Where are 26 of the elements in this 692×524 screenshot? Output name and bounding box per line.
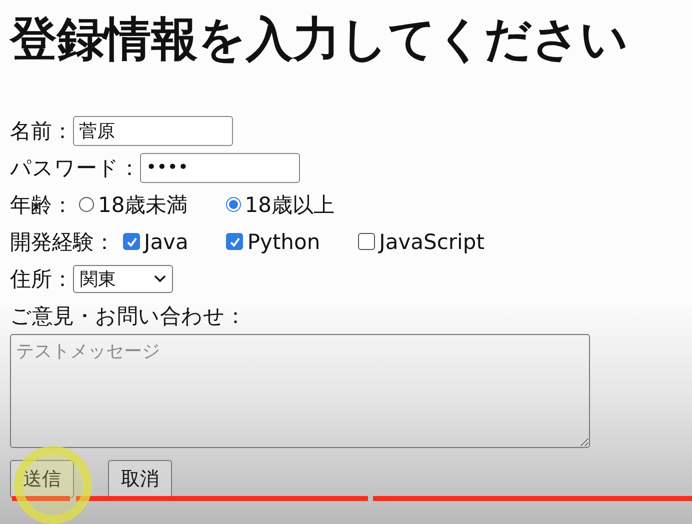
- field-label: パスワード：: [10, 154, 140, 182]
- field-label: 名前：: [10, 118, 73, 144]
- address-select[interactable]: 関東: [73, 264, 173, 292]
- checkbox[interactable]: [123, 233, 140, 250]
- inquiry-field[interactable]: テストメッセージ: [10, 334, 590, 448]
- name-field[interactable]: 菅原: [73, 116, 233, 146]
- check-icon: [228, 236, 241, 248]
- field-label: 開発経験：: [10, 228, 115, 256]
- video-progress-bar[interactable]: [12, 496, 692, 501]
- checkbox[interactable]: [226, 233, 244, 250]
- option-label: Python: [247, 230, 320, 254]
- cancel-button[interactable]: 取消: [108, 460, 172, 498]
- check-icon: [126, 236, 138, 248]
- chevron-icon: [154, 274, 166, 282]
- field-label: 年齢：: [10, 192, 73, 218]
- field-label: ご意見・お問い合わせ：: [10, 302, 246, 330]
- page-title: 登録情報を入力してください: [10, 12, 629, 68]
- option-label: 18歳以上: [244, 192, 334, 218]
- radio-button[interactable]: [226, 197, 241, 212]
- option-label: 18歳未満: [98, 192, 188, 218]
- radio-button[interactable]: [79, 197, 94, 212]
- password-field[interactable]: ••••: [140, 152, 300, 182]
- field-label: 住所：: [10, 266, 73, 292]
- option-label: Java: [144, 230, 188, 254]
- checkbox[interactable]: [358, 233, 376, 250]
- option-label: JavaScript: [379, 230, 484, 254]
